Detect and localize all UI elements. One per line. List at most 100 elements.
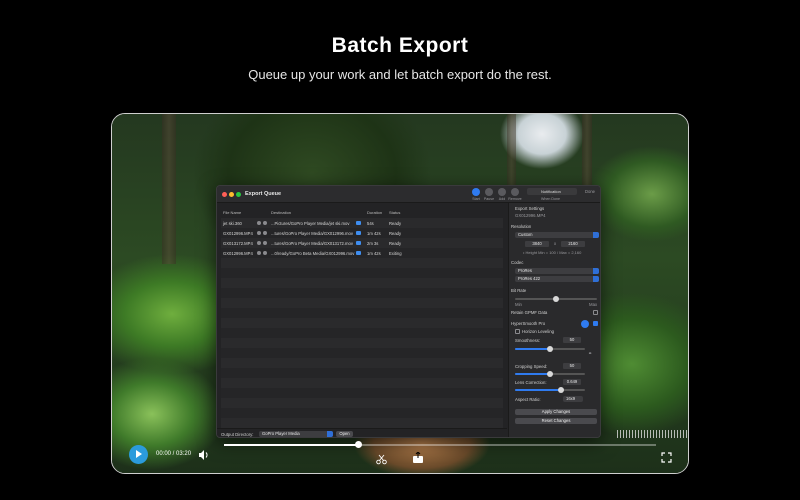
empty-table-row (221, 368, 503, 378)
folder-icon[interactable] (356, 221, 361, 225)
cropping-speed-slider[interactable] (515, 371, 585, 377)
volume-icon[interactable] (198, 448, 210, 466)
eye-icon[interactable] (257, 221, 261, 225)
slider-fill (515, 373, 550, 375)
hypersmooth-checkbox[interactable] (593, 321, 598, 326)
lens-correction-field[interactable]: 0.649 (563, 379, 581, 385)
minimize-window-button[interactable] (229, 192, 234, 197)
duration-cell: 54s (367, 221, 374, 226)
tree-trunk (162, 114, 176, 264)
horizon-leveling-label: Horizon Leveling (522, 329, 555, 334)
slider-fill (515, 389, 561, 391)
settings-file-name: GX012996.MP4 (515, 213, 546, 218)
cropping-speed-field[interactable]: 50 (563, 363, 581, 369)
cropping-speed-label: Cropping Speed: (515, 364, 548, 369)
window-title: Export Queue (245, 191, 282, 197)
apply-changes-button[interactable]: Apply Changes (515, 409, 597, 415)
empty-table-row (221, 308, 503, 318)
video-player-frame: Export Queue Start Pause Add Remove Noti… (111, 113, 689, 474)
folder-icon[interactable] (356, 251, 361, 255)
chevron-down-icon (593, 268, 599, 274)
remove-icon[interactable] (511, 188, 519, 196)
output-directory-select[interactable]: GoPro Player Media (259, 431, 333, 437)
remove-label: Remove (508, 197, 522, 201)
output-directory-value: GoPro Player Media (262, 431, 300, 436)
empty-table-row (221, 288, 503, 298)
lens-correction-slider[interactable] (515, 387, 585, 393)
height-field[interactable]: 2160 (561, 241, 585, 247)
eye-icon[interactable] (257, 241, 261, 245)
empty-table-row (221, 388, 503, 398)
table-row[interactable]: jet ski.360 ...Pictures/GoPro Player Med… (221, 218, 503, 228)
slider-knob[interactable] (553, 296, 559, 302)
settings-icon[interactable] (263, 231, 267, 235)
start-icon[interactable] (472, 188, 480, 196)
window-titlebar: Export Queue Start Pause Add Remove Noti… (217, 186, 600, 203)
slider-knob[interactable] (557, 387, 564, 393)
link-icon[interactable]: ⚭ (588, 351, 592, 357)
resolution-value: Custom (518, 232, 533, 237)
table-row[interactable]: GX013172.MP4 ...tures/GoPro Player Media… (221, 238, 503, 248)
eye-icon[interactable] (257, 231, 261, 235)
codec-profile-value: ProRes 422 (518, 276, 541, 281)
empty-table-row (221, 278, 503, 288)
aspect-ratio-select[interactable]: 16x9 (563, 396, 583, 402)
notification-select[interactable]: Notification (527, 188, 577, 195)
settings-icon[interactable] (263, 241, 267, 245)
fullscreen-icon[interactable] (661, 450, 672, 468)
scissors-icon[interactable] (376, 452, 387, 470)
bit-rate-slider[interactable] (515, 296, 597, 302)
eye-icon[interactable] (257, 251, 261, 255)
play-icon (136, 450, 142, 458)
chevron-down-icon (593, 232, 599, 238)
horizon-leveling-checkbox[interactable] (515, 329, 520, 334)
duration-cell: 1m 42s (367, 231, 381, 236)
open-button[interactable]: Open (336, 431, 353, 437)
slider-knob[interactable] (547, 371, 553, 377)
width-field[interactable]: 3840 (525, 241, 549, 247)
bit-rate-max-label: Max (589, 302, 598, 307)
when-done-label: When Done (541, 197, 560, 201)
empty-table-row (221, 298, 503, 308)
settings-icon[interactable] (263, 251, 267, 255)
scrubber-handle[interactable] (354, 441, 362, 448)
codec-value: ProRes (518, 268, 532, 273)
chevron-down-icon (327, 431, 333, 437)
export-icon[interactable] (412, 451, 424, 469)
pause-icon[interactable] (485, 188, 493, 196)
table-row[interactable]: GX012996.MP4 ...0/ready/GoPro Beta Media… (221, 248, 503, 258)
codec-profile-select[interactable]: ProRes 422 (515, 276, 599, 282)
slider-knob[interactable] (547, 346, 553, 352)
file-name-cell: jet ski.360 (223, 221, 242, 226)
empty-table-row (221, 318, 503, 328)
resolution-hint: • Height Min = 100 / Max = 2,160 (523, 250, 582, 255)
table-row[interactable]: GX012996.MP4 ...tures/GoPro Player Media… (221, 228, 503, 238)
page-subtitle: Queue up your work and let batch export … (248, 67, 552, 82)
smoothness-slider[interactable] (515, 346, 585, 352)
zoom-window-button[interactable] (236, 192, 241, 197)
settings-title: Export Settings (515, 206, 545, 211)
codec-select[interactable]: ProRes (515, 268, 599, 274)
close-window-button[interactable] (222, 192, 227, 197)
status-cell: Exiting (389, 251, 402, 256)
status-cell: Ready (389, 221, 402, 226)
settings-icon[interactable] (263, 221, 267, 225)
empty-table-row (221, 268, 503, 278)
reset-changes-button[interactable]: Reset Changes (515, 418, 597, 424)
resolution-select[interactable]: Custom (515, 232, 599, 238)
folder-icon[interactable] (356, 231, 361, 235)
done-button[interactable]: Done (585, 189, 595, 194)
aspect-ratio-value: 16x9 (566, 396, 576, 401)
destination-cell: ...Pictures/GoPro Player Media/jet ski.m… (271, 221, 350, 226)
empty-table-row (221, 408, 503, 418)
play-button[interactable] (129, 445, 148, 464)
retain-gpmf-checkbox[interactable] (593, 310, 598, 315)
smoothness-field[interactable]: 50 (563, 337, 581, 343)
video-scrubber[interactable] (224, 444, 656, 446)
aspect-ratio-label: Aspect Ratio: (515, 397, 541, 402)
lens-correction-label: Lens Correction: (515, 380, 547, 385)
hypersmooth-toggle[interactable] (581, 320, 589, 328)
folder-icon[interactable] (356, 241, 361, 245)
destination-cell: ...0/ready/GoPro Beta Media/GX012996.mov (271, 251, 355, 256)
add-icon[interactable] (498, 188, 506, 196)
